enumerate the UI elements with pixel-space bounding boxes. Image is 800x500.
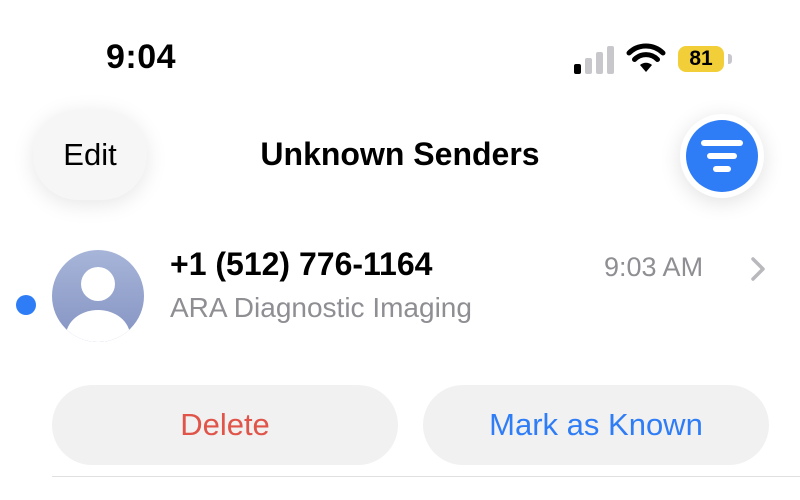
mark-as-known-button[interactable]: Mark as Known — [423, 385, 769, 465]
wifi-icon — [626, 43, 666, 72]
message-preview: ARA Diagnostic Imaging — [170, 292, 472, 323]
chevron-right-icon — [751, 257, 765, 281]
battery-indicator: 81 — [678, 46, 724, 72]
page-title: Unknown Senders — [260, 136, 540, 172]
edit-button[interactable]: Edit — [33, 110, 147, 200]
message-time: 9:03 AM — [604, 252, 704, 282]
sender-phone-number: +1 (512) 776-1164 — [170, 246, 433, 282]
battery-cap — [728, 54, 732, 64]
status-time: 9:04 — [106, 38, 177, 76]
filter-button[interactable] — [680, 114, 764, 198]
filter-icon — [701, 140, 743, 172]
row-divider — [52, 476, 800, 477]
avatar — [52, 250, 144, 342]
cellular-signal-icon — [574, 44, 616, 74]
delete-button[interactable]: Delete — [52, 385, 398, 465]
unread-indicator — [16, 295, 36, 315]
person-icon — [66, 267, 130, 342]
